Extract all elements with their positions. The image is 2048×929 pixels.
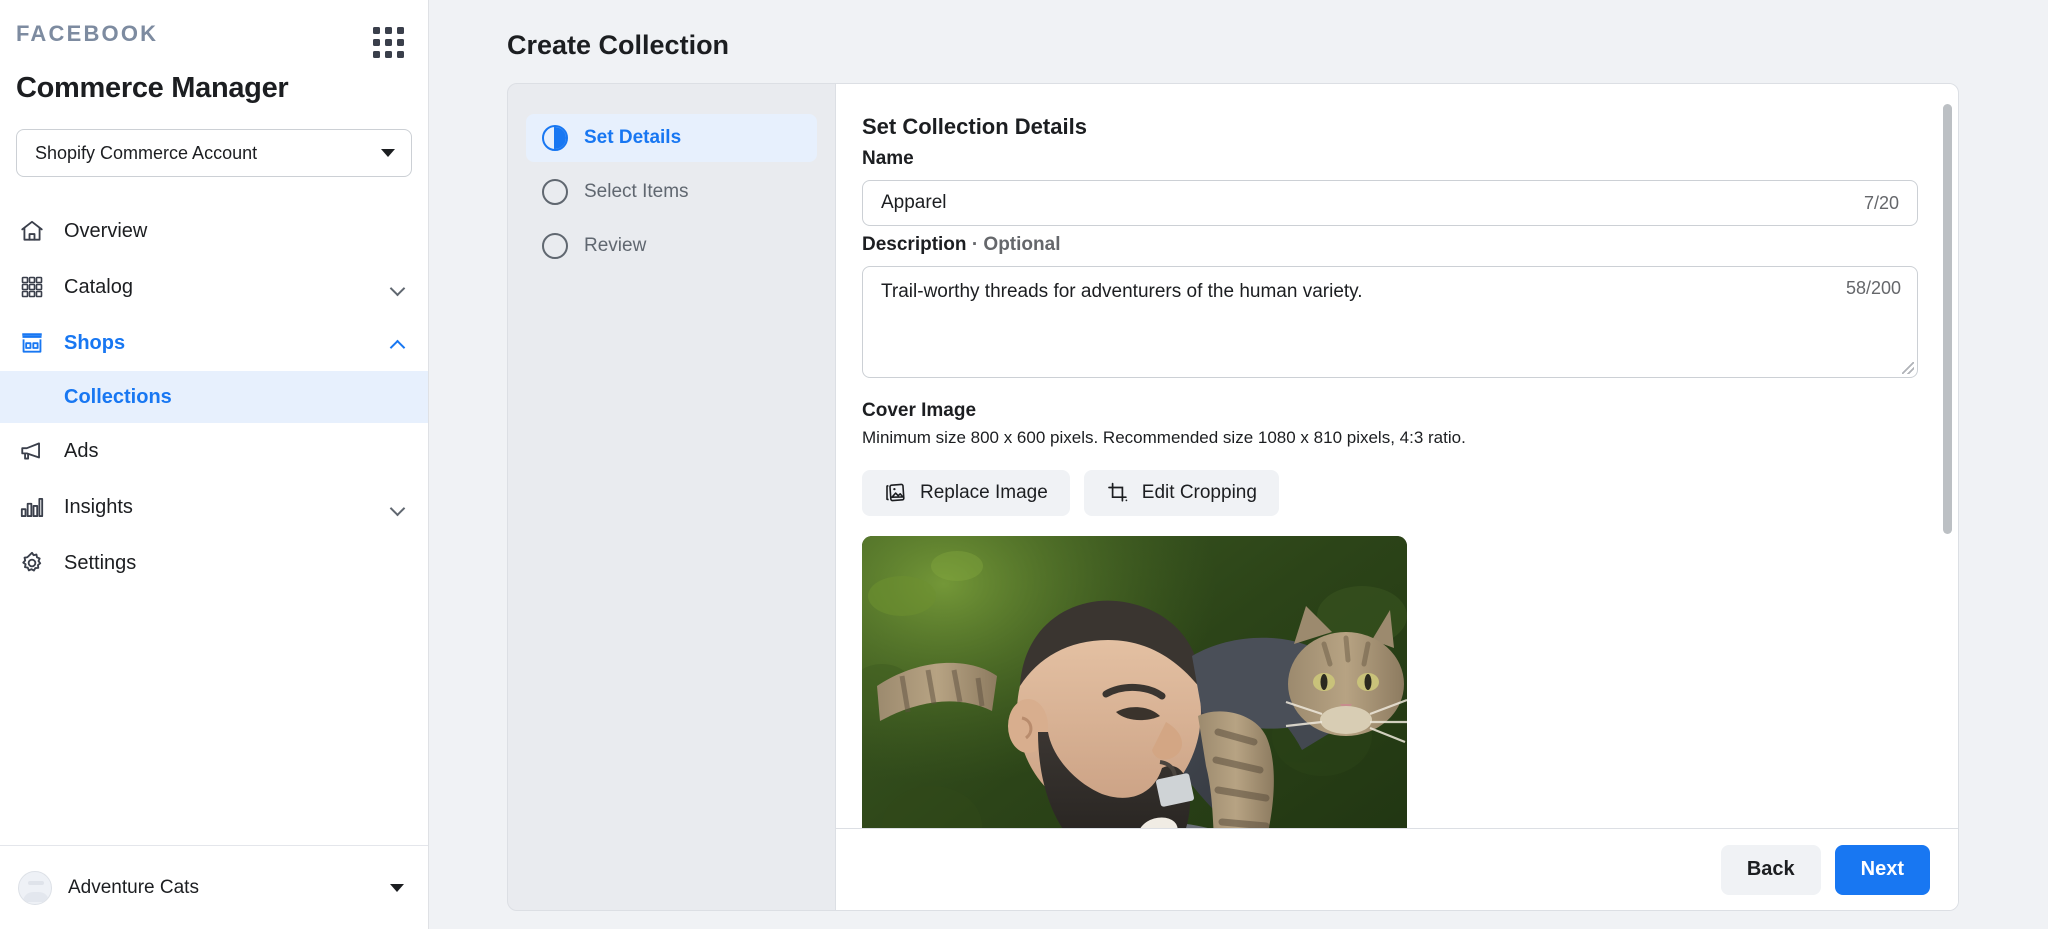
sidebar: FACEBOOK Commerce Manager Shopify Commer… xyxy=(0,0,429,929)
replace-image-button-label: Replace Image xyxy=(920,482,1048,503)
shop-storefront-icon xyxy=(18,329,46,357)
description-label-text: Description xyxy=(862,234,967,255)
chevron-down-icon xyxy=(390,499,406,515)
details-panel: Set Collection Details Name 7/20 Descrip… xyxy=(835,84,1958,910)
sidebar-item-label: Ads xyxy=(64,439,99,462)
half-filled-circle-icon xyxy=(542,125,568,151)
cover-image-preview[interactable] xyxy=(862,536,1407,828)
brand-row: FACEBOOK xyxy=(0,16,428,58)
cover-image-label: Cover Image xyxy=(862,400,977,421)
create-collection-wizard: Set Details Select Items Review Set Coll… xyxy=(507,83,1959,911)
cover-image xyxy=(862,536,1407,828)
textarea-resize-handle[interactable] xyxy=(1902,362,1914,374)
page-app-title: Commerce Manager xyxy=(16,72,289,104)
sidebar-item-label: Overview xyxy=(64,219,148,242)
panel-scrollbar[interactable] xyxy=(1943,104,1952,828)
sidebar-item-label: Insights xyxy=(64,495,133,518)
avatar xyxy=(18,870,52,905)
step-label: Set Details xyxy=(584,127,682,148)
page-title: Create Collection xyxy=(507,30,730,60)
step-select-items[interactable]: Select Items xyxy=(526,168,817,216)
sidebar-item-insights[interactable]: Insights xyxy=(0,479,428,535)
megaphone-icon xyxy=(18,437,46,465)
chevron-down-icon xyxy=(390,883,404,892)
back-button[interactable]: Back xyxy=(1720,844,1821,895)
catalog-grid-icon xyxy=(18,273,46,301)
sidebar-nav: Overview Catalog Shops Collections Ads I… xyxy=(0,203,428,591)
description-field-wrapper[interactable]: Trail-worthy threads for adventurers of … xyxy=(862,266,1918,378)
sidebar-item-collections[interactable]: Collections xyxy=(0,371,428,423)
edit-cropping-button[interactable]: Edit Cropping xyxy=(1083,470,1279,516)
step-review[interactable]: Review xyxy=(526,222,817,270)
description-counter: 58/200 xyxy=(1845,278,1901,298)
chevron-down-icon xyxy=(381,149,395,157)
gear-icon xyxy=(18,549,46,577)
commerce-manager-app: FACEBOOK Commerce Manager Shopify Commer… xyxy=(0,0,2048,929)
sidebar-item-label: Settings xyxy=(64,551,137,574)
next-button[interactable]: Next xyxy=(1834,844,1930,895)
name-field-wrapper[interactable]: 7/20 xyxy=(862,180,1918,226)
empty-circle-icon xyxy=(542,179,568,205)
description-label: Description · Optional xyxy=(862,234,1918,256)
step-label: Review xyxy=(584,235,647,256)
crop-icon xyxy=(1106,481,1130,505)
chevron-up-icon xyxy=(390,335,406,351)
wizard-steps: Set Details Select Items Review xyxy=(508,84,835,910)
photos-stack-icon xyxy=(884,481,908,505)
cover-image-help: Minimum size 800 x 600 pixels. Recommend… xyxy=(862,428,1466,447)
sidebar-item-overview[interactable]: Overview xyxy=(0,203,428,259)
sidebar-item-label: Catalog xyxy=(64,275,133,298)
bar-chart-icon xyxy=(18,493,46,521)
cover-image-actions: Replace Image Edit Cropping xyxy=(862,470,1918,516)
account-selector-value: Shopify Commerce Account xyxy=(35,142,258,163)
empty-circle-icon xyxy=(542,233,568,259)
name-input[interactable] xyxy=(881,192,1852,214)
account-footer[interactable]: Adventure Cats xyxy=(0,845,428,929)
home-icon xyxy=(18,217,46,245)
sidebar-subitem-label: Collections xyxy=(64,385,172,408)
edit-cropping-button-label: Edit Cropping xyxy=(1141,482,1257,503)
facebook-wordmark: FACEBOOK xyxy=(16,21,159,46)
account-footer-name: Adventure Cats xyxy=(68,876,199,898)
chevron-down-icon xyxy=(390,279,406,295)
sidebar-item-shops[interactable]: Shops xyxy=(0,315,428,371)
step-label: Select Items xyxy=(584,181,689,202)
main-content: Create Collection Set Details Select Ite… xyxy=(429,0,2048,929)
step-set-details[interactable]: Set Details xyxy=(526,114,817,162)
wizard-footer: Back Next xyxy=(836,828,1958,910)
account-selector[interactable]: Shopify Commerce Account xyxy=(16,129,412,177)
description-optional-text: · Optional xyxy=(971,234,1061,255)
replace-image-button[interactable]: Replace Image xyxy=(862,470,1070,516)
sidebar-item-settings[interactable]: Settings xyxy=(0,535,428,591)
description-textarea[interactable]: Trail-worthy threads for adventurers of … xyxy=(881,279,1819,365)
sidebar-item-label: Shops xyxy=(64,331,126,354)
scrollbar-thumb[interactable] xyxy=(1943,104,1952,534)
name-counter: 7/20 xyxy=(1863,192,1899,213)
grid-apps-icon[interactable] xyxy=(373,27,404,58)
name-label: Name xyxy=(862,148,914,169)
section-title: Set Collection Details xyxy=(862,114,1087,139)
sidebar-header: FACEBOOK Commerce Manager Shopify Commer… xyxy=(0,0,428,177)
sidebar-item-ads[interactable]: Ads xyxy=(0,423,428,479)
details-panel-scroll: Set Collection Details Name 7/20 Descrip… xyxy=(836,84,1958,828)
sidebar-item-catalog[interactable]: Catalog xyxy=(0,259,428,315)
